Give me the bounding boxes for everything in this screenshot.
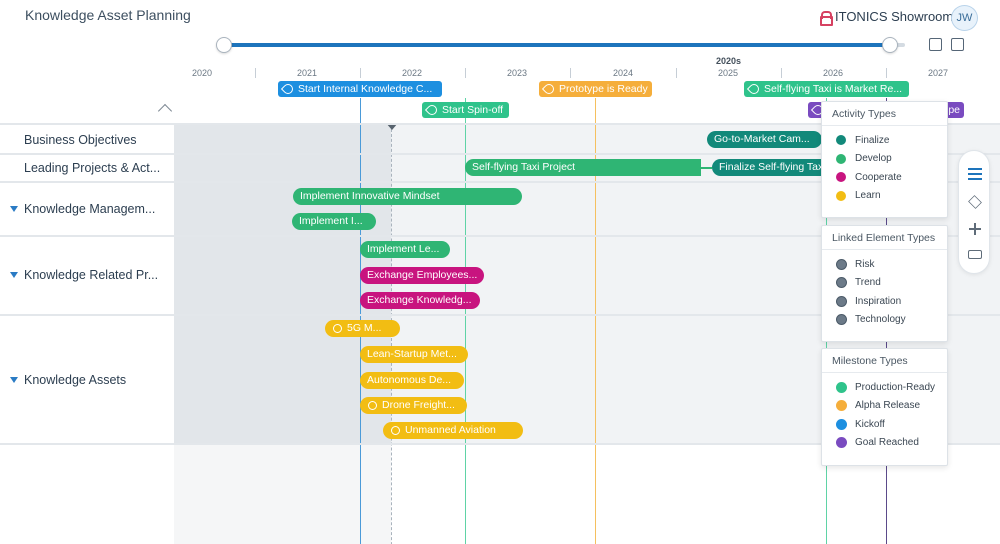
row-label-knowledge-management[interactable]: Knowledge Managem...: [24, 202, 155, 216]
move-icon[interactable]: [968, 223, 982, 235]
year-tick: [886, 68, 887, 78]
goal-reached-icon: [836, 437, 847, 449]
avatar[interactable]: JW: [951, 5, 978, 31]
legend-linked-element-types: Linked Element Types Risk Trend Inspirat…: [821, 225, 948, 342]
year-tick: [255, 68, 256, 78]
trend-icon: [836, 277, 847, 289]
rocket-icon: [280, 81, 296, 97]
year-label: 2025: [717, 68, 739, 78]
year-label: 2023: [506, 68, 528, 78]
legend-item[interactable]: Goal Reached: [822, 434, 947, 453]
activity-bar[interactable]: Autonomous De...: [360, 372, 464, 389]
dependency-arrow: [696, 167, 712, 169]
legend-item[interactable]: Cooperate: [822, 168, 947, 187]
legend-item[interactable]: Inspiration: [822, 292, 947, 311]
legend-title: Milestone Types: [822, 349, 947, 373]
kickoff-icon: [836, 418, 847, 430]
puzzle-icon: [746, 81, 762, 97]
alpha-release-icon: [836, 400, 847, 412]
range-start-handle[interactable]: [216, 37, 232, 53]
activity-bar[interactable]: Exchange Employees...: [360, 267, 484, 284]
past-period-below: [174, 444, 391, 544]
legend-item[interactable]: Production-Ready: [822, 378, 947, 397]
activity-bar[interactable]: Go-to-Market Cam...: [707, 131, 822, 148]
technology-icon: [836, 314, 847, 326]
keyboard-icon[interactable]: [968, 250, 982, 259]
expand-caret-icon[interactable]: [10, 272, 18, 278]
year-tick: [781, 68, 782, 78]
range-end-handle[interactable]: [882, 37, 898, 53]
view-toolbar: [958, 150, 990, 274]
layers-icon[interactable]: [968, 195, 982, 209]
page-title: Knowledge Asset Planning: [25, 7, 191, 23]
year-label: 2020: [191, 68, 213, 78]
legend-item[interactable]: Technology: [822, 311, 947, 330]
learn-dot-icon: [836, 190, 846, 201]
activity-bar[interactable]: 5G M...: [325, 320, 400, 337]
link-icon: [333, 324, 342, 333]
milestone-chip[interactable]: Start Internal Knowledge C...: [278, 81, 442, 97]
activity-bar[interactable]: Lean-Startup Met...: [360, 346, 468, 363]
develop-dot-icon: [836, 153, 846, 164]
milestone-chip[interactable]: Start Spin-off: [422, 102, 509, 118]
legend-item[interactable]: Trend: [822, 274, 947, 293]
inspiration-icon: [836, 295, 847, 307]
activity-bar[interactable]: Exchange Knowledg...: [360, 292, 480, 309]
year-label: 2026: [822, 68, 844, 78]
collapse-milestones-icon[interactable]: [157, 103, 173, 119]
row-label-knowledge-assets[interactable]: Knowledge Assets: [24, 373, 126, 387]
year-tick: [465, 68, 466, 78]
puzzle-icon: [424, 102, 440, 118]
activity-bar[interactable]: Drone Freight...: [360, 397, 467, 414]
lock-icon: [820, 11, 833, 26]
legend-title: Linked Element Types: [822, 226, 947, 250]
year-tick: [676, 68, 677, 78]
expand-caret-icon[interactable]: [10, 377, 18, 383]
milestone-chip[interactable]: Prototype is Ready: [539, 81, 652, 97]
legend-milestone-types: Milestone Types Production-Ready Alpha R…: [821, 348, 948, 466]
row-label-business-objectives[interactable]: Business Objectives: [24, 133, 137, 147]
activity-bar[interactable]: Implement Le...: [360, 241, 450, 258]
row-label-knowledge-related-projects[interactable]: Knowledge Related Pr...: [24, 268, 158, 282]
expand-caret-icon[interactable]: [10, 206, 18, 212]
timeline-range-track[interactable]: [224, 43, 890, 47]
collapse-range-icon[interactable]: [951, 38, 964, 51]
activity-bar[interactable]: Unmanned Aviation: [383, 422, 523, 439]
activity-bar[interactable]: Implement Innovative Mindset: [293, 188, 522, 205]
year-label: 2022: [401, 68, 423, 78]
rocket-icon: [541, 81, 557, 97]
legend-item[interactable]: Alpha Release: [822, 397, 947, 416]
workspace-selector[interactable]: ITONICS Showroom: [820, 9, 954, 26]
legend-activity-types: Activity Types Finalize Develop Cooperat…: [821, 101, 948, 218]
year-tick: [360, 68, 361, 78]
finalize-dot-icon: [836, 135, 846, 146]
legend-item[interactable]: Learn: [822, 187, 947, 206]
row-label-leading-projects[interactable]: Leading Projects & Act...: [24, 161, 160, 175]
past-period-shade: [174, 124, 391, 444]
cooperate-dot-icon: [836, 172, 846, 183]
production-ready-icon: [836, 381, 847, 393]
decade-label: 2020s: [716, 56, 742, 66]
legend-list-icon[interactable]: [968, 168, 982, 180]
milestone-chip[interactable]: Self-flying Taxi is Market Re...: [744, 81, 909, 97]
legend-item[interactable]: Finalize: [822, 131, 947, 150]
legend-item[interactable]: Develop: [822, 150, 947, 169]
legend-item[interactable]: Risk: [822, 255, 947, 274]
year-label: 2027: [927, 68, 949, 78]
workspace-name: ITONICS Showroom: [835, 9, 954, 24]
activity-bar[interactable]: Self-flying Taxi Project: [465, 159, 701, 176]
legend-item[interactable]: Kickoff: [822, 415, 947, 434]
link-icon: [391, 426, 400, 435]
fit-to-screen-icon[interactable]: [929, 38, 942, 51]
year-tick: [570, 68, 571, 78]
risk-icon: [836, 258, 847, 270]
activity-bar[interactable]: Finalize Self-flying Taxi: [712, 159, 822, 176]
year-label: 2021: [296, 68, 318, 78]
legend-title: Activity Types: [822, 102, 947, 126]
link-icon: [368, 401, 377, 410]
year-label: 2024: [612, 68, 634, 78]
activity-bar[interactable]: Implement I...: [292, 213, 376, 230]
